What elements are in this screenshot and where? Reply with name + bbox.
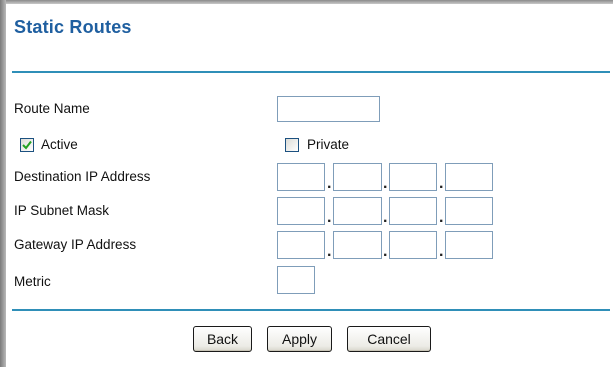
subnet-mask-label: IP Subnet Mask bbox=[14, 203, 110, 218]
back-button[interactable]: Back bbox=[193, 326, 252, 352]
private-label: Private bbox=[307, 137, 350, 152]
metric-input[interactable] bbox=[277, 266, 315, 294]
metric-label: Metric bbox=[14, 274, 51, 289]
destination-ip-octet-3[interactable] bbox=[389, 163, 437, 191]
page-title: Static Routes bbox=[14, 17, 132, 37]
apply-button[interactable]: Apply bbox=[267, 326, 332, 352]
octet-separator: . bbox=[439, 243, 444, 260]
octet-separator: . bbox=[383, 243, 388, 260]
gateway-ip-octet-3[interactable] bbox=[389, 231, 437, 259]
window-frame-left bbox=[0, 0, 6, 367]
active-checkbox[interactable] bbox=[20, 138, 34, 152]
active-label: Active bbox=[41, 137, 78, 152]
window-frame-top bbox=[0, 0, 613, 4]
route-name-input[interactable] bbox=[277, 96, 380, 122]
octet-separator: . bbox=[383, 175, 388, 192]
gateway-ip-octet-2[interactable] bbox=[333, 231, 382, 259]
destination-ip-octet-4[interactable] bbox=[445, 163, 493, 191]
subnet-mask-octet-3[interactable] bbox=[389, 197, 437, 225]
subnet-mask-octet-4[interactable] bbox=[445, 197, 493, 225]
header-divider bbox=[12, 71, 610, 73]
octet-separator: . bbox=[327, 243, 332, 260]
footer-divider bbox=[12, 309, 610, 311]
checkmark-icon bbox=[22, 140, 32, 150]
octet-separator: . bbox=[327, 175, 332, 192]
destination-ip-octet-2[interactable] bbox=[333, 163, 382, 191]
subnet-mask-octet-1[interactable] bbox=[277, 197, 325, 225]
octet-separator: . bbox=[439, 209, 444, 226]
subnet-mask-octet-2[interactable] bbox=[333, 197, 382, 225]
destination-ip-octet-1[interactable] bbox=[277, 163, 325, 191]
octet-separator: . bbox=[383, 209, 388, 226]
octet-separator: . bbox=[327, 209, 332, 226]
gateway-ip-label: Gateway IP Address bbox=[14, 237, 137, 252]
destination-ip-label: Destination IP Address bbox=[14, 169, 151, 184]
route-name-label: Route Name bbox=[14, 101, 90, 116]
octet-separator: . bbox=[439, 175, 444, 192]
private-checkbox[interactable] bbox=[285, 138, 299, 152]
gateway-ip-octet-1[interactable] bbox=[277, 231, 325, 259]
cancel-button[interactable]: Cancel bbox=[347, 326, 431, 352]
gateway-ip-octet-4[interactable] bbox=[445, 231, 493, 259]
